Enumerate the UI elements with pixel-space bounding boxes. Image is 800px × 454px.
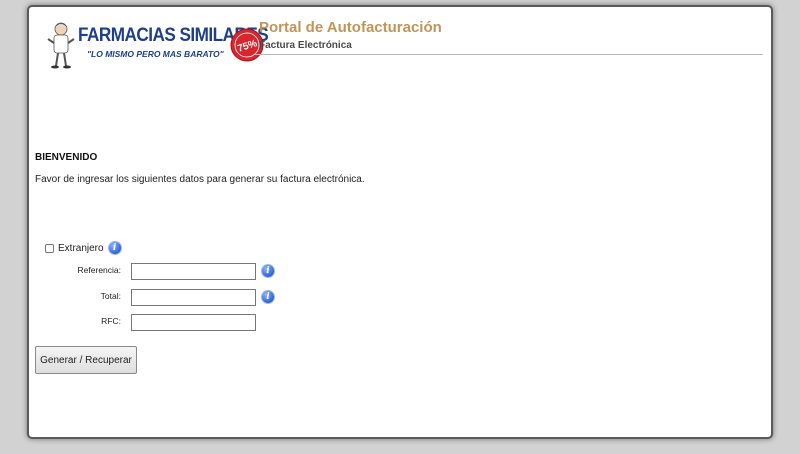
foreigner-label: Extranjero (58, 242, 104, 254)
foreigner-checkbox[interactable] (45, 243, 54, 253)
intro-text: Favor de ingresar los siguientes datos p… (35, 174, 365, 185)
doctor-mascot-icon (47, 22, 75, 69)
reference-input[interactable] (131, 263, 256, 280)
welcome-heading: BIENVENIDO (35, 152, 98, 163)
reference-label: Referencia: (77, 265, 121, 275)
reference-info-icon[interactable]: i (262, 265, 274, 277)
generate-recover-button[interactable]: Generar / Recuperar (35, 346, 137, 374)
rfc-input[interactable] (131, 314, 256, 331)
rfc-label: RFC: (101, 316, 121, 326)
total-info-icon[interactable]: i (262, 291, 274, 303)
total-label: Total: (100, 291, 121, 301)
page-title: Portal de Autofacturación (259, 19, 442, 36)
total-input[interactable] (131, 289, 256, 306)
page-frame: FARMACIAS SIMILARES "LO MISMO PERO MAS B… (27, 5, 773, 439)
logo-slogan: "LO MISMO PERO MAS BARATO" (87, 49, 224, 59)
foreigner-option: Extranjero i (45, 242, 121, 254)
foreigner-info-icon[interactable]: i (108, 242, 121, 254)
header-divider (255, 54, 763, 55)
page-subtitle: Factura Electrónica (259, 40, 352, 51)
logo: FARMACIAS SIMILARES "LO MISMO PERO MAS B… (44, 19, 269, 71)
